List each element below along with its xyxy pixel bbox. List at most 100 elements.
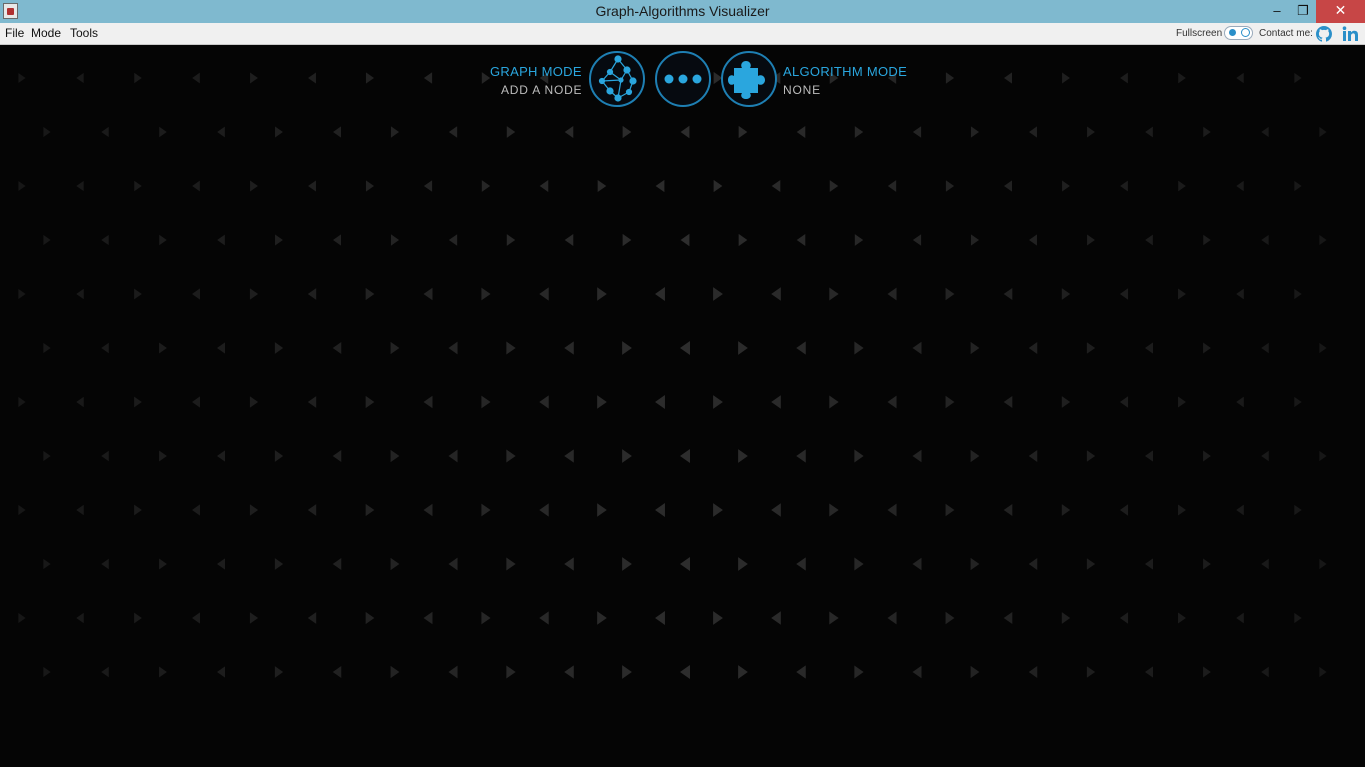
bg-triangle <box>713 395 723 409</box>
algorithm-mode-button[interactable] <box>720 50 778 108</box>
bg-triangle <box>249 504 259 516</box>
bg-triangle <box>738 557 748 571</box>
bg-triangle <box>1178 72 1186 84</box>
bg-triangle <box>1178 180 1186 192</box>
menu-tools[interactable]: Tools <box>70 26 98 40</box>
bg-triangle <box>250 72 258 84</box>
bg-triangle <box>622 665 632 679</box>
graph-canvas[interactable] <box>0 45 1365 767</box>
more-dots-icon <box>664 74 702 84</box>
bg-triangle <box>854 126 864 138</box>
bg-triangle <box>1261 342 1269 354</box>
menu-bar: File Mode Tools Fullscreen Contact me: <box>0 23 1365 45</box>
bg-triangle <box>1003 180 1013 192</box>
bg-triangle <box>217 126 225 138</box>
fullscreen-toggle[interactable] <box>1224 26 1253 40</box>
bg-triangle <box>390 341 400 355</box>
more-options-button[interactable] <box>654 50 712 108</box>
bg-triangle <box>945 72 955 84</box>
bg-triangle <box>796 341 806 355</box>
menu-file[interactable]: File <box>5 26 24 40</box>
bg-triangle <box>1145 234 1153 246</box>
graph-mode-title: GRAPH MODE <box>490 64 582 79</box>
bg-triangle <box>854 665 864 679</box>
bg-triangle <box>1236 288 1244 300</box>
bg-triangle <box>1061 288 1071 300</box>
bg-triangle <box>159 234 167 246</box>
bg-triangle <box>1144 558 1154 570</box>
bg-triangle <box>680 557 690 571</box>
bg-triangle <box>307 612 317 624</box>
menu-mode[interactable]: Mode <box>31 26 61 40</box>
bg-triangle <box>680 665 690 679</box>
bg-triangle <box>18 288 26 300</box>
close-button[interactable]: ✕ <box>1316 0 1365 23</box>
bg-triangle <box>912 341 922 355</box>
bg-triangle <box>1236 180 1244 192</box>
bg-triangle <box>1178 288 1186 300</box>
bg-triangle <box>1236 612 1244 624</box>
bg-triangle <box>771 179 781 193</box>
bg-triangle <box>423 611 433 625</box>
bg-triangle <box>970 557 980 571</box>
bg-triangle <box>1120 180 1128 192</box>
bg-triangle <box>1086 558 1096 570</box>
bg-triangle <box>1028 558 1038 570</box>
github-icon[interactable] <box>1316 26 1332 42</box>
bg-triangle <box>539 611 549 625</box>
bg-triangle <box>597 287 607 301</box>
bg-triangle <box>912 449 922 463</box>
bg-triangle <box>43 450 51 462</box>
bg-triangle <box>1029 126 1037 138</box>
bg-triangle <box>423 72 433 84</box>
linkedin-icon[interactable] <box>1342 26 1360 42</box>
bg-triangle <box>912 557 922 571</box>
bg-triangle <box>713 611 723 625</box>
maximize-button[interactable]: ❐ <box>1290 0 1316 23</box>
bg-triangle <box>43 342 51 354</box>
minimize-button[interactable]: ‒ <box>1264 0 1290 23</box>
bg-triangle <box>134 612 142 624</box>
fullscreen-label: Fullscreen <box>1176 28 1223 39</box>
bg-triangle <box>506 341 516 355</box>
bg-triangle <box>1003 503 1013 517</box>
graph-mode-button[interactable] <box>588 50 646 108</box>
bg-triangle <box>1061 396 1071 408</box>
bg-triangle <box>1028 450 1038 462</box>
bg-triangle <box>945 180 955 192</box>
bg-triangle <box>101 450 109 462</box>
bg-triangle <box>76 180 84 192</box>
bg-triangle <box>1144 342 1154 354</box>
bg-triangle <box>1294 396 1302 408</box>
bg-triangle <box>912 126 922 138</box>
bg-triangle <box>481 503 491 517</box>
bg-triangle <box>1086 450 1096 462</box>
bg-triangle <box>1119 612 1129 624</box>
bg-triangle <box>1119 396 1129 408</box>
bg-triangle <box>738 341 748 355</box>
bg-triangle <box>307 288 317 300</box>
bg-triangle <box>365 287 375 301</box>
bg-triangle <box>308 180 316 192</box>
bg-triangle <box>597 179 607 193</box>
bg-triangle <box>771 287 781 301</box>
bg-triangle <box>1319 450 1327 462</box>
bg-triangle <box>1144 450 1154 462</box>
bg-triangle <box>159 666 167 678</box>
bg-triangle <box>274 450 284 462</box>
bg-triangle <box>1203 666 1211 678</box>
bg-triangle <box>76 504 84 516</box>
bg-triangle <box>1203 126 1211 138</box>
bg-triangle <box>738 233 748 247</box>
bg-triangle <box>1062 72 1070 84</box>
bg-triangle <box>655 179 665 193</box>
bg-triangle <box>564 341 574 355</box>
bg-triangle <box>680 449 690 463</box>
bg-triangle <box>43 558 51 570</box>
bg-triangle <box>18 396 26 408</box>
bg-triangle <box>738 125 748 139</box>
bg-triangle <box>887 287 897 301</box>
bg-triangle <box>1319 126 1327 138</box>
bg-triangle <box>159 126 167 138</box>
bg-triangle <box>738 665 748 679</box>
